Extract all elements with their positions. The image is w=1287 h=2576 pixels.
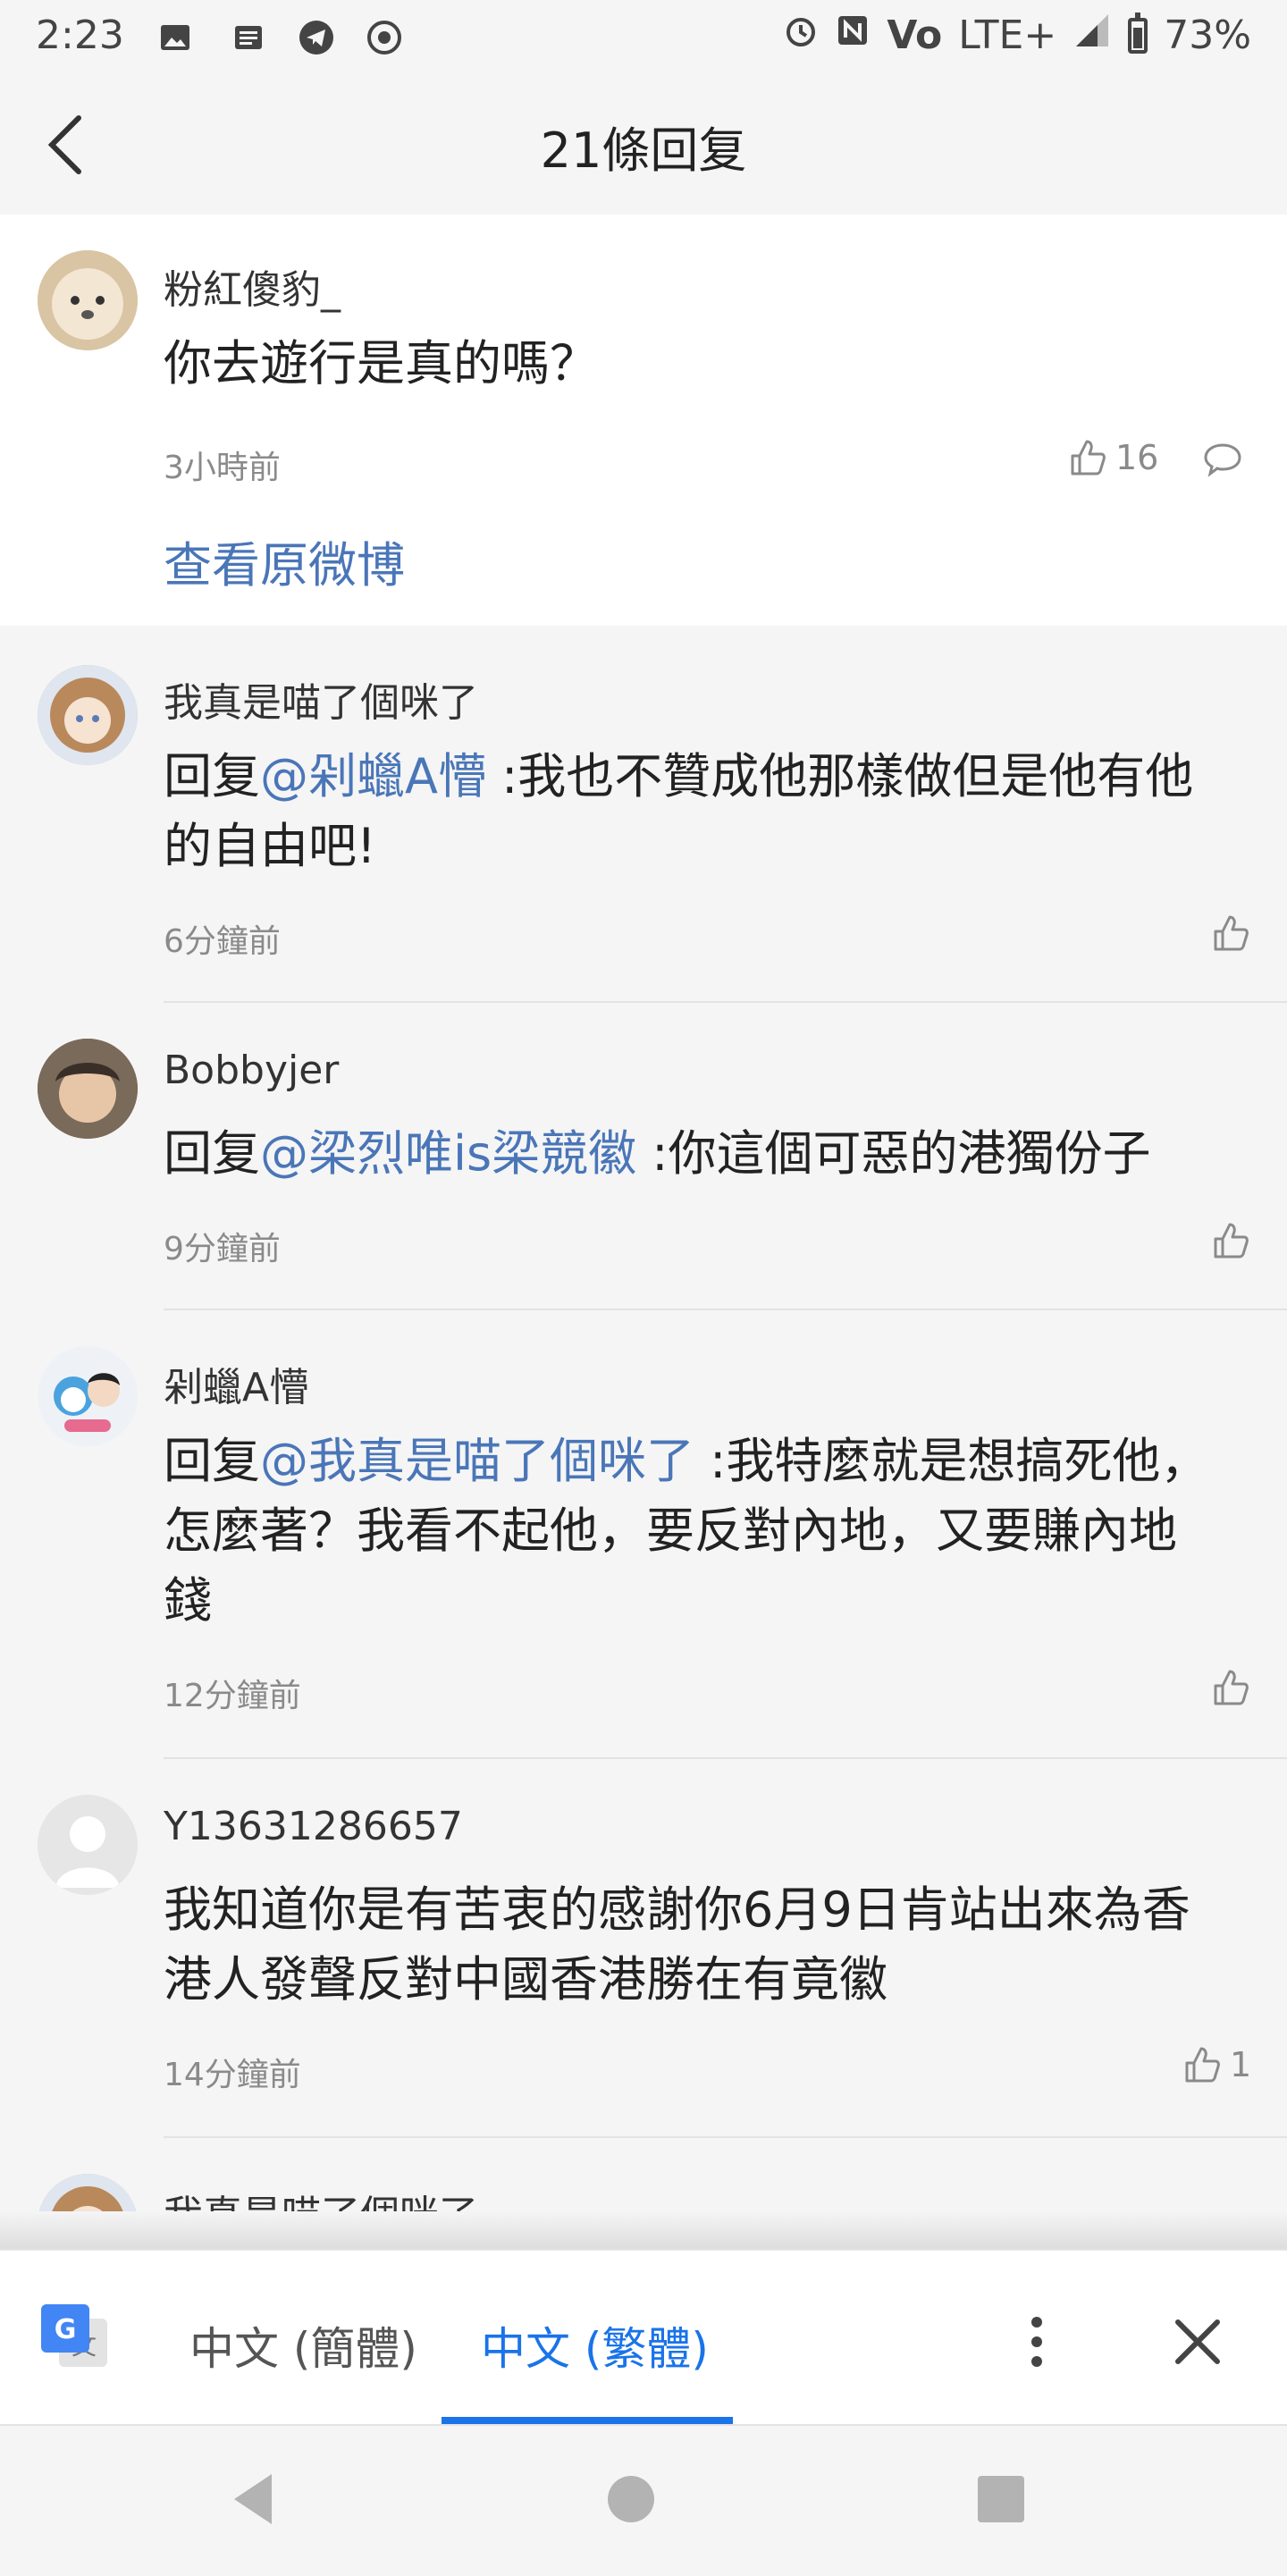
- gallery-icon: [157, 20, 193, 55]
- app-badge-icon: [366, 20, 402, 55]
- close-button[interactable]: [1173, 2317, 1223, 2370]
- nav-back-button[interactable]: [227, 2471, 281, 2531]
- avatar[interactable]: [38, 1795, 138, 1895]
- anime-girl-avatar-icon: [38, 2174, 138, 2211]
- reply-username[interactable]: 我真是喵了個咪了: [164, 2183, 478, 2211]
- reply-body: :你這個可惡的港獨份子: [636, 1125, 1151, 1182]
- avatar[interactable]: [38, 1039, 138, 1139]
- status-time: 2:23: [36, 13, 124, 58]
- comment-time: 3小時前: [164, 450, 281, 486]
- square-recents-icon: [978, 2476, 1024, 2522]
- reply-username[interactable]: 我真是喵了個咪了: [164, 670, 478, 728]
- volte-icon: Vo: [887, 13, 943, 58]
- telegram-icon: [299, 20, 334, 55]
- mention-link[interactable]: @梁烈唯is梁競徽: [260, 1125, 636, 1182]
- mention-link[interactable]: @我真是喵了個咪了: [260, 1433, 694, 1489]
- like-count: 1: [1230, 2045, 1252, 2084]
- reply-time: 14分鐘前: [164, 2057, 301, 2093]
- reply-item: Bobbyjer 回复@梁烈唯is梁競徽 :你這個可惡的港獨份子 9分鐘前: [0, 1003, 1287, 1310]
- close-icon: [1175, 2319, 1220, 2364]
- translate-bar: 文 G 中文 (簡體) 中文 (繁體): [0, 2249, 1287, 2426]
- network-type: LTE+: [958, 13, 1057, 58]
- reply-text: 我知道你是有苦衷的感謝你6月9日肯站出來為香 港人發聲反對中國香港勝在有竟徽: [164, 1875, 1287, 2015]
- reply-text: 回复@我真是喵了個咪了 :我特麼就是想搞死他， 怎麼著？我看不起他，要反對內地，…: [164, 1427, 1287, 1636]
- reply-body-cont: 港人發聲反對中國香港勝在有竟徽: [164, 1951, 887, 2008]
- reply-text: 回复@梁烈唯is梁競徽 :你這個可惡的港獨份子: [164, 1119, 1287, 1189]
- more-options-button[interactable]: [1019, 2315, 1055, 2372]
- reply-body: :我也不贊成他那樣做但是他有他: [485, 748, 1194, 804]
- thumbs-up-icon: [1214, 1223, 1249, 1259]
- person-photo-avatar-icon: [38, 1039, 138, 1139]
- reply-item: Y13631286657 我知道你是有苦衷的感謝你6月9日肯站出來為香 港人發聲…: [0, 1759, 1287, 2138]
- active-tab-indicator: [442, 2417, 733, 2424]
- thumbs-up-icon: [1214, 915, 1249, 951]
- reply-body-cont: 怎麼著？我看不起他，要反對內地，又要賺內地: [164, 1503, 1177, 1559]
- triangle-back-icon: [234, 2474, 272, 2524]
- anime-girl-avatar-icon: [38, 665, 138, 765]
- page-title: 21條回复: [540, 122, 747, 179]
- view-original-link[interactable]: 查看原微博: [164, 526, 405, 596]
- google-translate-icon[interactable]: 文 G: [39, 2302, 111, 2378]
- reply-time: 6分鐘前: [164, 923, 281, 960]
- signal-icon: [1072, 13, 1112, 58]
- nav-recents-button[interactable]: [976, 2474, 1026, 2528]
- like-button[interactable]: [1210, 913, 1249, 956]
- like-button[interactable]: 1: [1182, 2045, 1251, 2084]
- avatar[interactable]: [38, 1346, 138, 1446]
- nfc-icon: [835, 13, 871, 58]
- status-right: Vo LTE+ 73%: [783, 12, 1251, 58]
- comment-text: 你去遊行是真的嗎？: [164, 335, 598, 391]
- avatar[interactable]: [38, 665, 138, 765]
- reply-item: 我真是喵了個咪了: [0, 2138, 1287, 2211]
- battery-percent: 73%: [1164, 13, 1251, 58]
- tab-simplified-chinese[interactable]: 中文 (簡體): [189, 2313, 417, 2378]
- reply-prefix: 回复: [164, 1125, 260, 1182]
- news-icon: [231, 20, 266, 55]
- alarm-icon: [783, 13, 819, 58]
- reply-body-cont: 的自由吧!: [164, 818, 376, 874]
- comment-username[interactable]: 粉紅傻豹_: [164, 257, 341, 315]
- reply-username[interactable]: Y13631286657: [164, 1804, 463, 1849]
- avatar[interactable]: [38, 250, 138, 350]
- mention-link[interactable]: @剁蠟A懵: [260, 748, 486, 804]
- more-vert-icon: [1031, 2317, 1042, 2367]
- reply-item: 剁蠟A懵 回复@我真是喵了個咪了 :我特麼就是想搞死他， 怎麼著？我看不起他，要…: [0, 1310, 1287, 1759]
- reply-prefix: 回复: [164, 748, 260, 804]
- reply-body: :我特麼就是想搞死他，: [694, 1433, 1209, 1489]
- translate-bar-shadow: [0, 2211, 1287, 2249]
- thumbs-up-icon: [1214, 1670, 1249, 1705]
- reply-prefix: 回复: [164, 1433, 260, 1489]
- svg-text:G: G: [55, 2314, 77, 2345]
- page-header: 21條回复: [0, 75, 1287, 215]
- reply-text: 回复@剁蠟A懵 :我也不贊成他那樣做但是他有他 的自由吧!: [164, 742, 1287, 881]
- thumbs-up-icon: [1071, 440, 1106, 476]
- tab-traditional-chinese[interactable]: 中文 (繁體): [481, 2313, 709, 2378]
- default-user-icon: [38, 1795, 138, 1895]
- like-button[interactable]: [1210, 1221, 1249, 1264]
- comment-bubble-icon: [1204, 443, 1241, 477]
- original-comment: 粉紅傻豹_ 你去遊行是真的嗎？ 3小時前 16 查看原微博: [0, 215, 1287, 626]
- thumbs-up-icon: [1185, 2047, 1220, 2083]
- reply-item: 我真是喵了個咪了 回复@剁蠟A懵 :我也不贊成他那樣做但是他有他 的自由吧! 6…: [0, 626, 1287, 1003]
- like-count: 16: [1115, 438, 1159, 477]
- reply-username[interactable]: Bobbyjer: [164, 1048, 339, 1093]
- system-nav-bar: [0, 2424, 1287, 2576]
- battery-icon: [1128, 12, 1148, 54]
- dog-avatar-icon: [38, 250, 138, 350]
- status-bar: 2:23 Vo LTE+ 73%: [0, 0, 1287, 75]
- reply-time: 12分鐘前: [164, 1678, 301, 1714]
- nav-home-button[interactable]: [604, 2472, 658, 2530]
- avatar[interactable]: [38, 2174, 138, 2211]
- reply-body: 我知道你是有苦衷的感謝你6月9日肯站出來為香: [164, 1881, 1190, 1938]
- cartoon-avatar-icon: [38, 1346, 138, 1446]
- circle-home-icon: [608, 2476, 654, 2522]
- like-button[interactable]: 16: [1067, 438, 1158, 477]
- reply-button[interactable]: [1203, 442, 1242, 481]
- reply-body-cont: 錢: [164, 1572, 212, 1629]
- reply-username[interactable]: 剁蠟A懵: [164, 1355, 308, 1412]
- like-button[interactable]: [1210, 1668, 1249, 1711]
- reply-time: 9分鐘前: [164, 1231, 281, 1267]
